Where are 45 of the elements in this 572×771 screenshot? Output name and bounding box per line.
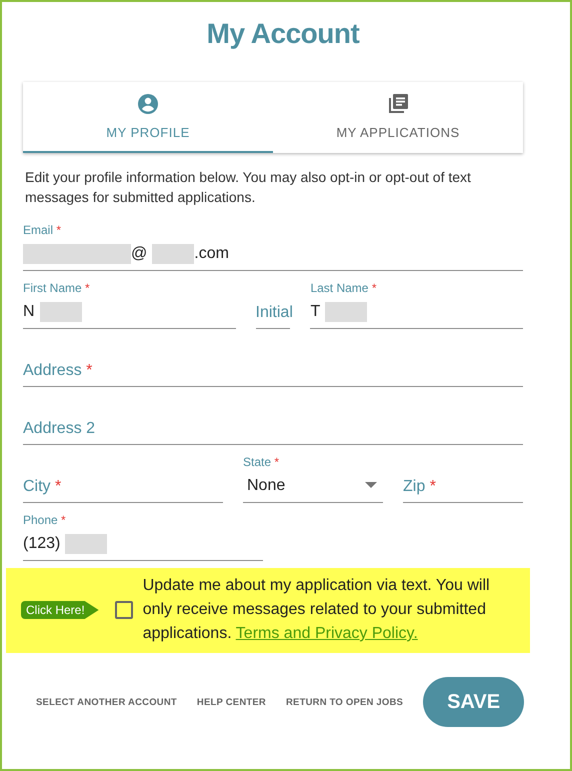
- input-field[interactable]: Phone * (123): [23, 513, 263, 561]
- tab[interactable]: MY APPLICATIONS: [273, 82, 523, 153]
- field-label: Address *: [23, 362, 92, 380]
- input-field[interactable]: Address *: [23, 339, 523, 387]
- person-icon: [136, 92, 160, 116]
- input-field[interactable]: Zip *: [403, 455, 523, 503]
- input-field[interactable]: Address 2: [23, 397, 523, 445]
- page-title: My Account: [206, 17, 360, 51]
- field-label: Address 2: [23, 420, 96, 438]
- input-field[interactable]: First Name * N: [23, 281, 236, 329]
- field-label: City *: [23, 478, 62, 496]
- footer-link[interactable]: HELP CENTER: [196, 696, 266, 708]
- checkbox[interactable]: [114, 601, 133, 619]
- documents-icon: [386, 92, 410, 116]
- select-field[interactable]: State * None: [243, 455, 383, 503]
- footer-link[interactable]: RETURN TO OPEN JOBS: [286, 696, 404, 708]
- input-field[interactable]: City *: [23, 455, 223, 503]
- input-field[interactable]: Initial: [256, 281, 290, 329]
- field-label: State *: [243, 455, 280, 469]
- optin-text: Update me about my application via text. You will only receive messages related to your submitted applications. Terms and Privacy Policy.: [142, 576, 491, 644]
- terms-link[interactable]: Terms and Privacy Policy.: [236, 625, 418, 642]
- field-value: T: [310, 303, 320, 321]
- field-value: N: [23, 303, 35, 321]
- field-value: None: [247, 477, 286, 495]
- input-field[interactable]: Email * @ .com: [23, 223, 523, 271]
- field-label: Zip *: [403, 478, 436, 496]
- tab[interactable]: MY PROFILE: [23, 82, 273, 153]
- field-value: (123): [23, 535, 60, 553]
- field-label: Phone *: [23, 513, 66, 527]
- save-button[interactable]: SAVE: [423, 677, 524, 727]
- redaction-block: [152, 244, 194, 264]
- field-label: Initial: [256, 304, 293, 322]
- field-label: First Name *: [23, 281, 90, 295]
- redaction-block: [65, 534, 108, 554]
- footer-link[interactable]: SELECT ANOTHER ACCOUNT: [36, 696, 177, 708]
- field-value: .com: [194, 245, 229, 263]
- instructions-text: Edit your profile information below. You may also opt-in or opt-out of text messages for submitted applications.: [24, 168, 472, 207]
- field-value: @: [131, 245, 148, 263]
- input-field[interactable]: Last Name * T: [310, 281, 523, 329]
- field-label: Email *: [23, 223, 62, 237]
- redaction-block: [325, 302, 368, 322]
- redaction-block: [40, 302, 82, 322]
- callout-tag: Click Here!: [21, 601, 99, 619]
- field-label: Last Name *: [310, 281, 376, 295]
- dropdown-caret-icon: [365, 482, 377, 488]
